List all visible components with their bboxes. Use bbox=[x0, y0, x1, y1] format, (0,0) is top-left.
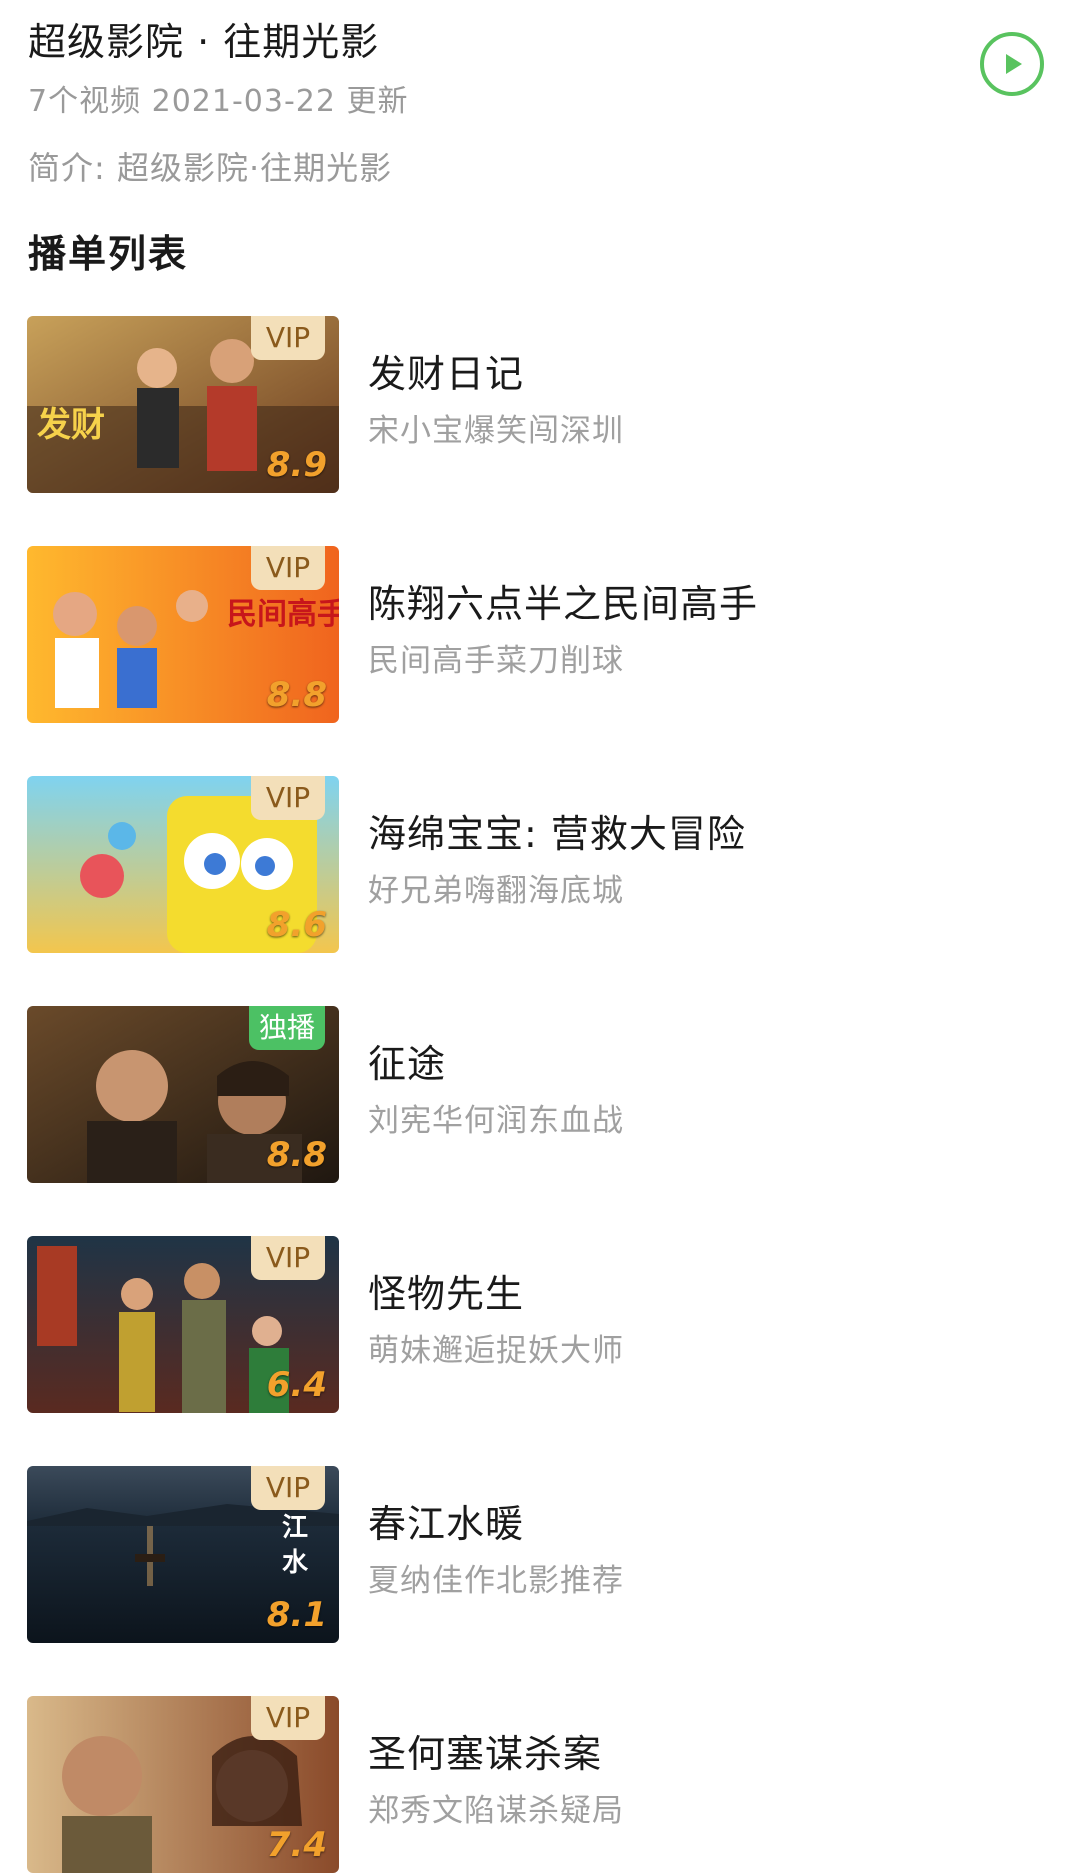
video-title[interactable]: 发财日记 bbox=[368, 348, 524, 400]
video-subtitle: 夏纳佳作北影推荐 bbox=[368, 1563, 624, 1599]
exclusive-badge: 独播 bbox=[248, 1006, 325, 1050]
play-all-button[interactable] bbox=[980, 32, 1044, 96]
video-thumbnail: 独播 8.8 bbox=[27, 1006, 339, 1183]
list-item[interactable]: 民间高手 VIP 8.8 陈翔六点半之民间高手 民间高手菜刀削球 bbox=[0, 546, 1080, 724]
svg-text:发财: 发财 bbox=[37, 405, 105, 445]
list-item[interactable]: 独播 8.8 征途 刘宪华何润东血战 bbox=[0, 1006, 1080, 1184]
list-item[interactable]: VIP 7.4 圣何塞谋杀案 郑秀文陷谋杀疑局 bbox=[0, 1696, 1080, 1874]
video-thumbnail: 民间高手 VIP 8.8 bbox=[27, 546, 339, 723]
vip-badge: VIP bbox=[251, 316, 325, 360]
list-item[interactable]: 发财 VIP 8.9 发财日记 宋小宝爆笑闯深圳 bbox=[0, 316, 1080, 494]
svg-text:水: 水 bbox=[282, 1548, 309, 1578]
rating-score: 8.8 bbox=[266, 1135, 327, 1175]
video-title[interactable]: 征途 bbox=[368, 1038, 446, 1090]
svg-text:民间高手: 民间高手 bbox=[227, 597, 339, 632]
playlist-meta: 7个视频 2021-03-22 更新 bbox=[28, 84, 409, 119]
rating-score: 7.4 bbox=[266, 1825, 327, 1865]
video-thumbnail: 江 水 VIP 8.1 bbox=[27, 1466, 339, 1643]
video-subtitle: 郑秀文陷谋杀疑局 bbox=[368, 1793, 624, 1829]
video-thumbnail: 发财 VIP 8.9 bbox=[27, 316, 339, 493]
playlist-intro: 简介: 超级影院·往期光影 bbox=[28, 149, 393, 187]
video-subtitle: 民间高手菜刀削球 bbox=[368, 643, 624, 679]
rating-score: 6.4 bbox=[266, 1365, 327, 1405]
rating-score: 8.8 bbox=[266, 675, 327, 715]
video-thumbnail: VIP 7.4 bbox=[27, 1696, 339, 1873]
vip-badge: VIP bbox=[251, 546, 325, 590]
video-subtitle: 宋小宝爆笑闯深圳 bbox=[368, 413, 624, 449]
video-title[interactable]: 春江水暖 bbox=[368, 1498, 524, 1550]
video-thumbnail: VIP 8.6 bbox=[27, 776, 339, 953]
video-title[interactable]: 怪物先生 bbox=[368, 1268, 524, 1320]
video-thumbnail: VIP 6.4 bbox=[27, 1236, 339, 1413]
list-item[interactable]: 江 水 VIP 8.1 春江水暖 夏纳佳作北影推荐 bbox=[0, 1466, 1080, 1644]
vip-badge: VIP bbox=[251, 1696, 325, 1740]
video-title[interactable]: 圣何塞谋杀案 bbox=[368, 1728, 602, 1780]
svg-text:江: 江 bbox=[282, 1513, 308, 1543]
section-title: 播单列表 bbox=[28, 232, 189, 276]
list-item[interactable]: VIP 6.4 怪物先生 萌妹邂逅捉妖大师 bbox=[0, 1236, 1080, 1414]
video-subtitle: 刘宪华何润东血战 bbox=[368, 1103, 624, 1139]
rating-score: 8.1 bbox=[266, 1595, 327, 1635]
video-subtitle: 好兄弟嗨翻海底城 bbox=[368, 873, 624, 909]
list-item[interactable]: VIP 8.6 海绵宝宝: 营救大冒险 好兄弟嗨翻海底城 bbox=[0, 776, 1080, 954]
video-subtitle: 萌妹邂逅捉妖大师 bbox=[368, 1333, 624, 1369]
vip-badge: VIP bbox=[251, 1236, 325, 1280]
vip-badge: VIP bbox=[251, 776, 325, 820]
playlist-header: 超级影院 · 往期光影 7个视频 2021-03-22 更新 bbox=[28, 10, 1052, 130]
video-title[interactable]: 海绵宝宝: 营救大冒险 bbox=[368, 808, 746, 860]
playlist-title: 超级影院 · 往期光影 bbox=[28, 20, 380, 64]
vip-badge: VIP bbox=[251, 1466, 325, 1510]
video-title[interactable]: 陈翔六点半之民间高手 bbox=[368, 578, 758, 630]
play-icon bbox=[1006, 54, 1022, 74]
rating-score: 8.9 bbox=[266, 445, 327, 485]
rating-score: 8.6 bbox=[266, 905, 327, 945]
